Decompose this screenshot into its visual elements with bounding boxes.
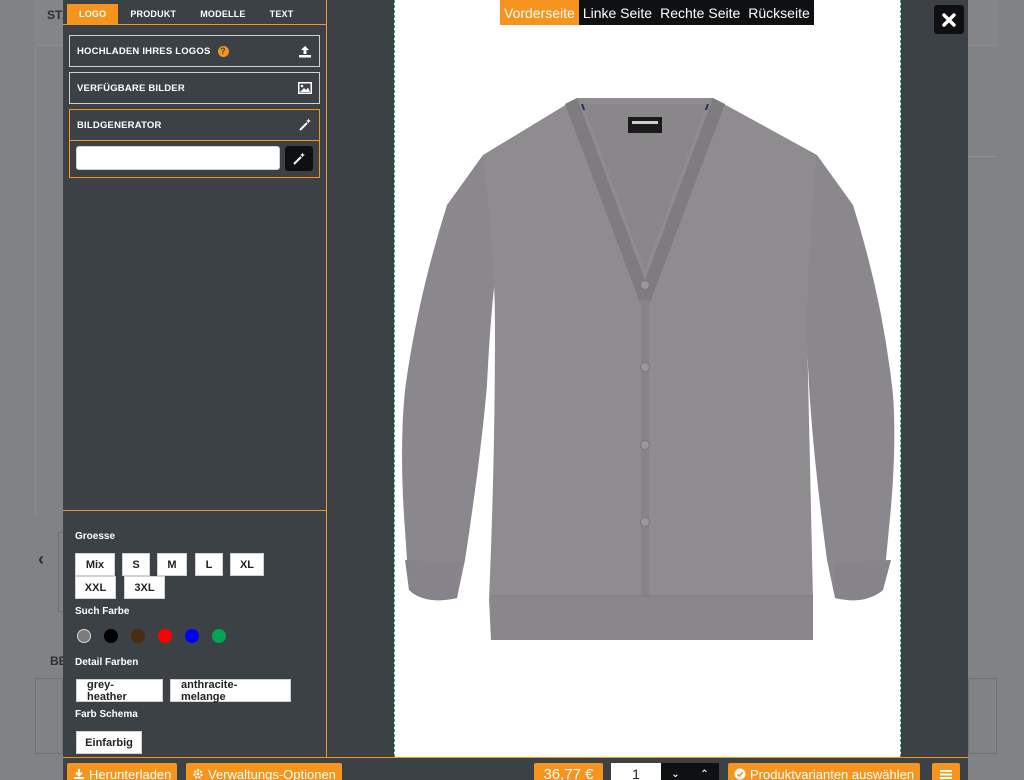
background-divider [35, 46, 36, 516]
view-front[interactable]: Vorderseite [500, 0, 579, 25]
size-option-mix[interactable]: Mix [76, 554, 114, 575]
view-left[interactable]: Linke Seite [579, 0, 656, 25]
admin-options-label: Verwaltungs-Optionen [208, 766, 336, 780]
image-generator-body [69, 140, 320, 178]
quantity-decrease-button[interactable]: ⌄ [661, 763, 690, 780]
product-filters: Groesse Mix S M L XL XXL 3XL Such Farbe … [63, 510, 326, 757]
quantity-increase-button[interactable]: ⌃ [690, 763, 719, 780]
cardigan-image [402, 98, 895, 640]
tab-text[interactable]: TEXT [258, 4, 306, 24]
color-scheme-label: Farb Schema [75, 709, 138, 720]
image-generator-input[interactable] [76, 146, 280, 170]
size-option-xl[interactable]: XL [231, 554, 263, 575]
quantity-field[interactable]: 1 [611, 763, 661, 780]
upload-icon [299, 45, 311, 57]
gear-icon [193, 769, 203, 779]
admin-options-button[interactable]: Verwaltungs-Optionen [186, 763, 342, 780]
check-circle-icon [734, 768, 746, 780]
close-icon [942, 12, 956, 27]
background-prev-icon: ‹ [38, 549, 44, 569]
menu-button[interactable] [932, 763, 960, 780]
tab-logo[interactable]: LOGO [67, 4, 119, 24]
magic-wand-icon [299, 118, 311, 131]
hamburger-icon [940, 769, 952, 779]
download-button[interactable]: Herunterladen [67, 763, 178, 780]
view-back[interactable]: Rückseite [744, 0, 813, 25]
download-label: Herunterladen [89, 766, 172, 780]
price-display: 36,77 € [534, 763, 603, 780]
available-images-label: VERFÜGBARE BILDER [77, 82, 185, 94]
tool-panel: LOGO PRODUKT MODELLE TEXT HOCHLADEN IHRE… [63, 0, 327, 757]
color-swatch-grey[interactable] [77, 629, 91, 643]
image-generator-label: BILDGENERATOR [77, 119, 162, 131]
color-swatch-blue[interactable] [185, 629, 199, 643]
magic-wand-icon [293, 152, 305, 165]
detail-color-anthracite-melange[interactable]: anthracite-melange [171, 679, 290, 703]
color-swatch-brown[interactable] [131, 629, 145, 643]
image-generator-section[interactable]: BILDGENERATOR [69, 109, 320, 141]
color-swatch-green[interactable] [212, 629, 226, 643]
detail-color-grey-heather[interactable]: grey-heather [77, 679, 162, 703]
size-option-s[interactable]: S [123, 554, 149, 575]
background-frame [35, 678, 63, 754]
help-icon[interactable]: ? [217, 45, 229, 57]
color-search-label: Such Farbe [75, 606, 130, 617]
designer-modal: LOGO PRODUKT MODELLE TEXT HOCHLADEN IHRE… [63, 0, 968, 780]
upload-logo-label: HOCHLADEN IHRES LOGOS [77, 45, 211, 57]
size-option-m[interactable]: M [158, 554, 186, 575]
view-switcher: Vorderseite Linke Seite Rechte Seite Rüc… [500, 0, 814, 25]
chevron-down-icon: ⌄ [671, 768, 680, 780]
size-option-l[interactable]: L [196, 554, 222, 575]
size-option-xxl[interactable]: XXL [76, 577, 115, 598]
select-variants-button[interactable]: Produktvarianten auswählen [728, 763, 921, 780]
size-filter-label: Groesse [75, 531, 116, 542]
available-images-section[interactable]: VERFÜGBARE BILDER [69, 72, 320, 104]
tool-tabs: LOGO PRODUKT MODELLE TEXT [67, 4, 305, 24]
tab-produkt[interactable]: PRODUKT [118, 4, 188, 24]
upload-logo-section[interactable]: HOCHLADEN IHRES LOGOS ? [69, 35, 320, 67]
download-icon [74, 769, 84, 779]
color-scheme-einfarbig[interactable]: Einfarbig [77, 732, 141, 753]
image-icon [298, 82, 312, 94]
close-button[interactable] [934, 5, 964, 34]
generate-image-button[interactable] [285, 146, 313, 171]
select-variants-label: Produktvarianten auswählen [750, 766, 915, 780]
bottom-toolbar: Herunterladen Verwaltungs-Optionen 36,77… [63, 757, 968, 780]
color-swatch-red[interactable] [158, 629, 172, 643]
detail-colors-label: Detail Farben [75, 657, 139, 668]
size-option-3xl[interactable]: 3XL [125, 577, 164, 598]
design-canvas[interactable] [394, 0, 901, 757]
background-frame [968, 678, 997, 754]
view-right[interactable]: Rechte Seite [656, 0, 744, 25]
color-swatch-black[interactable] [104, 629, 118, 643]
tabs-divider [63, 24, 326, 25]
chevron-up-icon: ⌃ [700, 768, 709, 780]
background-divider [968, 156, 997, 157]
tab-modelle[interactable]: MODELLE [188, 4, 257, 24]
